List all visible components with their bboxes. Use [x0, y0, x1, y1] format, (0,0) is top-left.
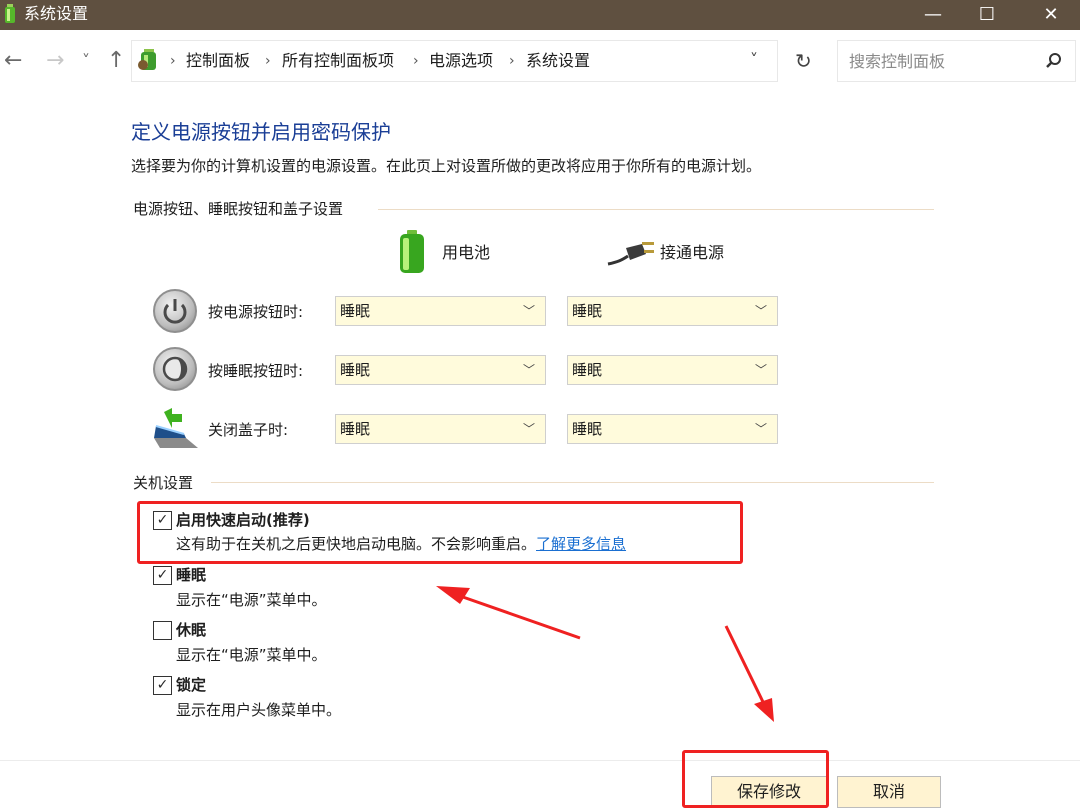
sleep-button-battery-select[interactable]: 睡眠 ﹀ — [335, 355, 546, 385]
close-lid-plugged-select[interactable]: 睡眠 ﹀ — [567, 414, 778, 444]
chevron-down-icon: ﹀ — [522, 422, 535, 436]
cancel-button[interactable]: 取消 — [837, 776, 941, 808]
breadcrumb-separator: › — [265, 53, 271, 69]
select-value: 睡眠 — [572, 361, 603, 379]
power-button-plugged-select[interactable]: 睡眠 ﹀ — [567, 296, 778, 326]
control-panel-icon — [138, 49, 156, 70]
breadcrumb-system-settings[interactable]: 系统设置 — [526, 50, 590, 72]
select-value: 睡眠 — [572, 302, 603, 320]
up-arrow-icon[interactable]: ↑ — [107, 48, 125, 74]
sleep-title: 睡眠 — [176, 566, 207, 584]
row-label-power-button: 按电源按钮时: — [208, 303, 304, 321]
breadcrumb-separator: › — [170, 53, 176, 69]
sleep-checkbox[interactable]: ✓ — [153, 566, 172, 585]
section-divider — [211, 482, 934, 483]
close-button[interactable]: ✕ — [1022, 0, 1080, 30]
address-dropdown-icon[interactable]: ˅ — [750, 50, 758, 69]
select-value: 睡眠 — [572, 420, 603, 438]
maximize-button[interactable]: ☐ — [958, 0, 1016, 30]
select-value: 睡眠 — [340, 302, 371, 320]
search-placeholder: 搜索控制面板 — [849, 52, 946, 71]
section-label-power-buttons: 电源按钮、睡眠按钮和盖子设置 — [133, 200, 344, 218]
power-options-icon — [5, 4, 15, 23]
annotation-highlight-box — [682, 750, 829, 808]
annotation-highlight-box — [137, 501, 743, 564]
checkmark-icon: ✓ — [156, 567, 169, 583]
breadcrumb-power-options[interactable]: 电源选项 — [429, 50, 493, 72]
sleep-button-plugged-select[interactable]: 睡眠 ﹀ — [567, 355, 778, 385]
footer-divider — [0, 760, 1080, 761]
lock-checkbox[interactable]: ✓ — [153, 676, 172, 695]
search-icon[interactable] — [1045, 52, 1063, 70]
annotation-arrow-icon — [724, 625, 774, 722]
breadcrumb-separator: › — [509, 53, 515, 69]
recent-locations-icon[interactable]: ˅ — [82, 48, 90, 74]
column-header-battery: 用电池 — [442, 243, 491, 262]
annotation-arrow-icon — [436, 586, 581, 640]
breadcrumb-all-items[interactable]: 所有控制面板项 — [282, 50, 394, 72]
chevron-down-icon: ﹀ — [754, 363, 767, 377]
battery-icon — [400, 230, 424, 273]
window-title: 系统设置 — [24, 4, 89, 23]
section-label-shutdown: 关机设置 — [133, 474, 194, 492]
chevron-down-icon: ﹀ — [522, 304, 535, 318]
breadcrumb-separator: › — [413, 53, 419, 69]
sleep-description: 显示在“电源”菜单中。 — [176, 591, 327, 609]
breadcrumb-control-panel[interactable]: 控制面板 — [186, 50, 250, 72]
sleep-button-icon — [153, 347, 197, 391]
select-value: 睡眠 — [340, 420, 371, 438]
page-description: 选择要为你的计算机设置的电源设置。在此页上对设置所做的更改将应用于你所有的电源计… — [131, 157, 762, 175]
hibernate-checkbox[interactable] — [153, 621, 172, 640]
select-value: 睡眠 — [340, 361, 371, 379]
chevron-down-icon: ﹀ — [754, 304, 767, 318]
row-label-sleep-button: 按睡眠按钮时: — [208, 362, 304, 380]
close-lid-battery-select[interactable]: 睡眠 ﹀ — [335, 414, 546, 444]
forward-arrow-icon[interactable]: → — [46, 48, 64, 74]
power-plug-icon — [607, 242, 654, 266]
hibernate-title: 休眠 — [176, 621, 207, 639]
laptop-lid-icon — [154, 408, 198, 448]
checkmark-icon: ✓ — [156, 677, 169, 693]
row-label-close-lid: 关闭盖子时: — [208, 421, 289, 439]
chevron-down-icon: ﹀ — [754, 422, 767, 436]
page-title: 定义电源按钮并启用密码保护 — [131, 120, 391, 144]
section-divider — [378, 209, 934, 210]
hibernate-description: 显示在“电源”菜单中。 — [176, 646, 327, 664]
refresh-icon[interactable]: ↻ — [795, 49, 812, 73]
power-button-battery-select[interactable]: 睡眠 ﹀ — [335, 296, 546, 326]
power-button-icon — [153, 289, 197, 333]
chevron-down-icon: ﹀ — [522, 363, 535, 377]
column-header-plugged-in: 接通电源 — [660, 243, 725, 262]
back-arrow-icon[interactable]: ← — [4, 48, 22, 74]
lock-title: 锁定 — [176, 676, 207, 694]
lock-description: 显示在用户头像菜单中。 — [176, 701, 342, 719]
minimize-button[interactable]: — — [904, 0, 962, 30]
